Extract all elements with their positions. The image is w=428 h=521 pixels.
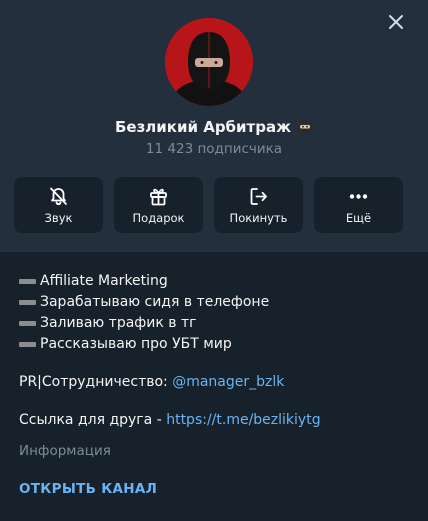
manager-username-link[interactable]: @manager_bzlk: [172, 372, 284, 393]
mute-button[interactable]: Звук: [14, 177, 103, 233]
more-icon: [349, 194, 368, 199]
more-button-label: Ещё: [345, 211, 372, 225]
channel-info-panel: Безликий Арбитраж 11 423 подписчика Звук: [0, 0, 428, 521]
info-section-label: Информация: [19, 443, 111, 459]
description-line: Affiliate Marketing: [19, 271, 409, 292]
open-channel-button[interactable]: ОТКРЫТЬ КАНАЛ: [19, 481, 157, 497]
gift-button[interactable]: Подарок: [114, 177, 203, 233]
ninja-emoji-icon: [298, 120, 313, 134]
channel-description: Affiliate Marketing Зарабатываю сидя в т…: [19, 271, 409, 431]
close-icon: [389, 15, 403, 29]
channel-name: Безликий Арбитраж: [114, 118, 292, 136]
subscriber-count: 11 423 подписчика: [145, 141, 283, 157]
leave-icon: [250, 188, 267, 205]
minus-emoji-icon: [19, 342, 36, 347]
leave-button[interactable]: Покинуть: [214, 177, 303, 233]
channel-header: Безликий Арбитраж 11 423 подписчика Звук: [0, 0, 428, 252]
action-buttons: Звук Подарок Покинуть Ещё: [14, 177, 404, 233]
mute-button-label: Звук: [44, 211, 73, 225]
channel-avatar[interactable]: [165, 18, 253, 106]
close-button[interactable]: [382, 8, 410, 36]
bell-mute-icon: [50, 187, 67, 206]
minus-emoji-icon: [19, 321, 36, 326]
gift-icon: [150, 188, 167, 206]
minus-emoji-icon: [19, 300, 36, 305]
balaclava-figure-image: [165, 18, 253, 106]
description-line: Рассказываю про УБТ мир: [19, 334, 409, 355]
channel-invite-link[interactable]: https://t.me/bezlikiytg: [166, 410, 320, 431]
minus-emoji-icon: [19, 279, 36, 284]
description-line: Зарабатываю сидя в телефоне: [19, 292, 409, 313]
description-line: Заливаю трафик в тг: [19, 313, 409, 334]
more-button[interactable]: Ещё: [314, 177, 403, 233]
leave-button-label: Покинуть: [229, 211, 288, 225]
friend-link-line: Ссылка для друга - https://t.me/bezlikiy…: [19, 410, 409, 431]
gift-button-label: Подарок: [132, 211, 185, 225]
pr-contact-line: PR|Сотрудничество: @manager_bzlk: [19, 372, 409, 393]
channel-title-row: Безликий Арбитраж: [0, 116, 428, 138]
